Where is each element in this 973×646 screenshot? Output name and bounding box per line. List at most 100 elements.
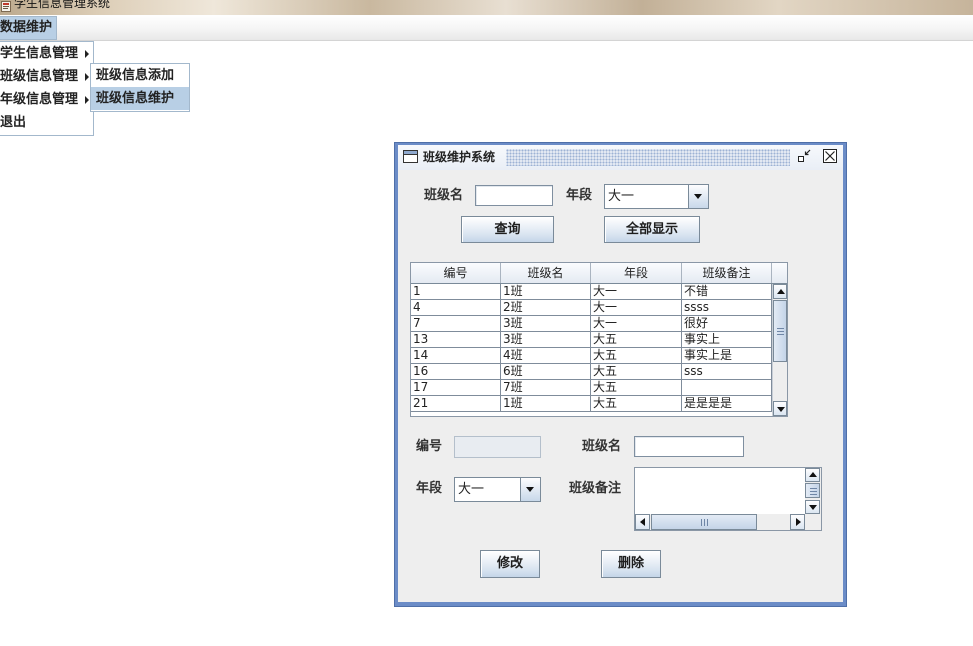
table-cell-remark: 事实上 [682,332,772,348]
table-cell-remark: sss [682,364,772,380]
menu-item-student-info[interactable]: 学生信息管理 [0,42,93,65]
class-maintenance-window[interactable]: 班级维护系统 班级名 年段 大一 查询 全部显示 编号 班级名 年段 班级备注 … [394,142,847,607]
triangle-right-icon [85,50,89,58]
delete-button[interactable]: 删除 [601,550,661,578]
scroll-thumb[interactable] [651,514,757,530]
scroll-thumb[interactable] [773,300,787,362]
menu-item-class-add[interactable]: 班级信息添加 [91,64,189,87]
edit-grade-value: 大一 [458,482,485,497]
table-cell-grade: 大五 [591,348,682,364]
table-cell-grade: 大一 [591,300,682,316]
triangle-right-icon [85,96,89,104]
combo-arrow-button[interactable] [688,185,708,208]
table-cell-class-name: 4班 [501,348,591,364]
menu-item-class-info[interactable]: 班级信息管理 [0,65,93,88]
table-row[interactable]: 4 2班 大一 ssss [411,300,772,316]
class-info-submenu: 班级信息添加 班级信息维护 [90,63,190,112]
table-row[interactable]: 17 7班 大五 [411,380,772,396]
search-class-name-input[interactable] [475,185,553,206]
remark-scroll-pane [634,467,822,531]
table-cell-class-name: 1班 [501,396,591,412]
table-cell-remark: 是是是是 [682,396,772,412]
scroll-left-button[interactable] [635,514,650,530]
show-all-button[interactable]: 全部显示 [604,216,700,243]
remark-textarea[interactable] [635,468,805,514]
triangle-down-icon [809,505,817,510]
triangle-down-icon [777,407,785,412]
table-row[interactable]: 13 3班 大五 事实上 [411,332,772,348]
column-header-remark[interactable]: 班级备注 [682,263,772,283]
table-cell-id: 14 [411,348,501,364]
scroll-right-button[interactable] [790,514,805,530]
remark-vertical-scrollbar[interactable] [805,468,821,514]
menu-item-exit[interactable]: 退出 [0,111,93,134]
close-icon [823,149,837,163]
table-cell-class-name: 3班 [501,316,591,332]
table-cell-grade: 大五 [591,396,682,412]
modify-button[interactable]: 修改 [480,550,540,578]
edit-id-label: 编号 [416,439,443,454]
app-title: 学生信息管理系统 [14,0,111,10]
table-cell-remark: 不错 [682,284,772,300]
menu-data-maintenance[interactable]: 数据维护 [0,16,57,40]
table-cell-class-name: 1班 [501,284,591,300]
window-title: 班级维护系统 [423,150,496,164]
table-cell-id: 7 [411,316,501,332]
scroll-down-button[interactable] [773,401,787,416]
column-header-class-name[interactable]: 班级名 [501,263,591,283]
scroll-up-button[interactable] [773,284,787,299]
table-row[interactable]: 16 6班 大五 sss [411,364,772,380]
table-cell-class-name: 7班 [501,380,591,396]
triangle-right-icon [796,518,801,526]
menu-item-label: 学生信息管理 [0,46,79,61]
scroll-thumb[interactable] [805,483,820,498]
triangle-down-icon [526,487,534,492]
remark-horizontal-scrollbar[interactable] [635,514,805,530]
window-titlebar[interactable]: 班级维护系统 [398,145,843,170]
menu-item-label: 年级信息管理 [0,92,79,107]
iconify-button[interactable] [797,148,813,164]
table-cell-grade: 大五 [591,332,682,348]
triangle-left-icon [640,518,645,526]
edit-class-name-input[interactable] [634,436,744,457]
table-cell-id: 4 [411,300,501,316]
query-button[interactable]: 查询 [461,216,554,243]
class-table[interactable]: 编号 班级名 年段 班级备注 1 1班 大一 不错 4 2班 大一 ssss 7 3班 大一 很好 13… [410,262,788,417]
table-cell-grade: 大一 [591,284,682,300]
titlebar-grip [506,149,790,166]
table-row[interactable]: 14 4班 大五 事实上是 [411,348,772,364]
triangle-down-icon [694,194,702,199]
close-button[interactable] [822,148,838,164]
combo-arrow-button[interactable] [520,478,540,501]
menu-item-class-maintain[interactable]: 班级信息维护 [91,87,189,110]
table-cell-id: 13 [411,332,501,348]
window-icon [403,150,418,163]
table-vertical-scrollbar[interactable] [772,284,787,416]
scroll-corner [805,514,821,530]
table-row[interactable]: 1 1班 大一 不错 [411,284,772,300]
column-header-grade[interactable]: 年段 [591,263,682,283]
edit-class-name-label: 班级名 [582,439,622,454]
menu-bar: 数据维护 [0,15,973,41]
search-grade-label: 年段 [566,188,593,203]
scroll-down-button[interactable] [805,500,820,514]
search-grade-combo[interactable]: 大一 [604,184,709,209]
edit-grade-combo[interactable]: 大一 [454,477,541,502]
menu-item-grade-info[interactable]: 年级信息管理 [0,88,93,111]
app-titlebar[interactable]: 学生信息管理系统 [0,0,973,15]
grip-icon [777,328,784,335]
table-cell-remark: ssss [682,300,772,316]
table-cell-id: 21 [411,396,501,412]
table-cell-id: 1 [411,284,501,300]
data-maintenance-menu: 学生信息管理 班级信息管理 年级信息管理 退出 [0,41,94,136]
table-cell-class-name: 2班 [501,300,591,316]
edit-grade-label: 年段 [416,481,443,496]
menu-item-label: 班级信息管理 [0,69,79,84]
menu-item-label: 班级信息添加 [96,68,175,83]
table-cell-id: 16 [411,364,501,380]
table-row[interactable]: 7 3班 大一 很好 [411,316,772,332]
scroll-up-button[interactable] [805,468,820,482]
iconify-icon [798,149,811,162]
column-header-id[interactable]: 编号 [411,263,501,283]
table-row[interactable]: 21 1班 大五 是是是是 [411,396,772,412]
